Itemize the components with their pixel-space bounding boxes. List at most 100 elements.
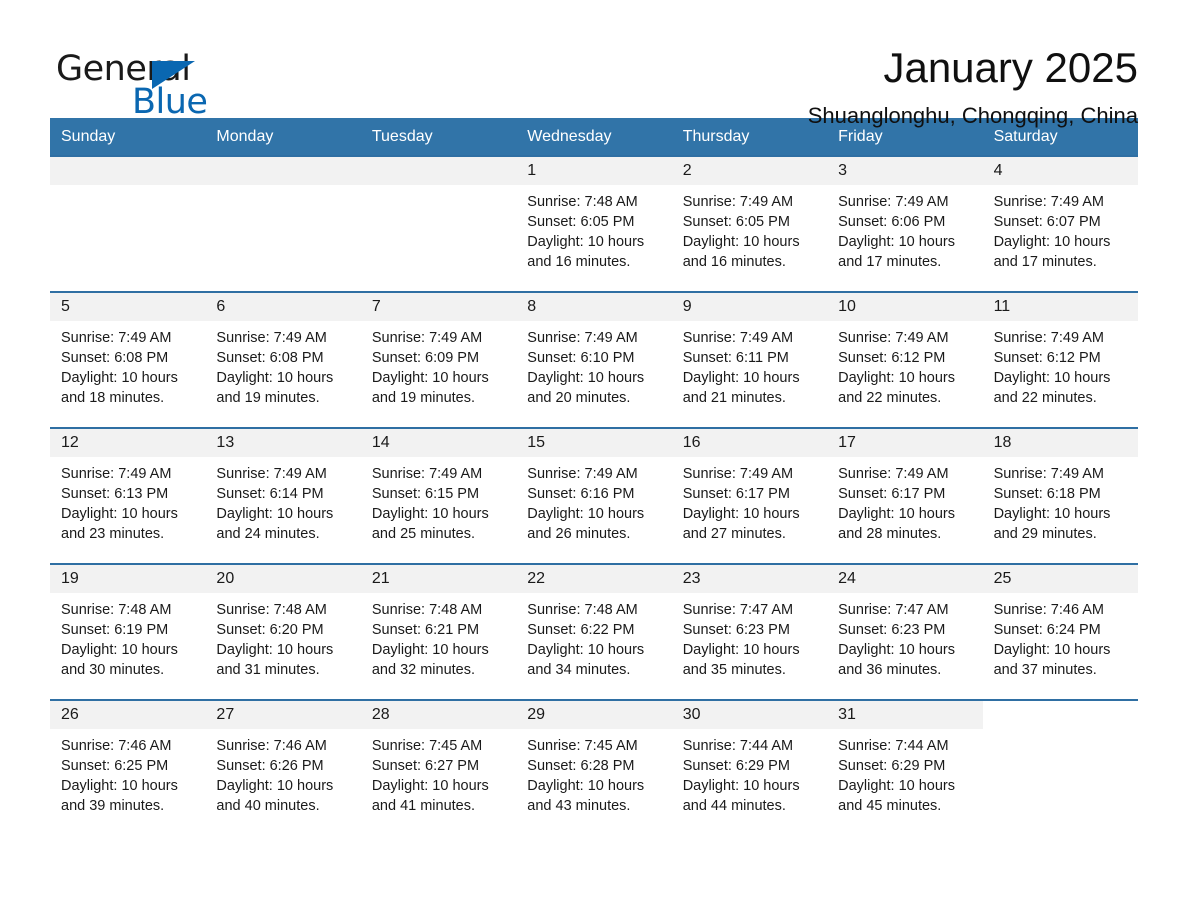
sunset-text: Sunset: 6:17 PM (838, 486, 946, 503)
sunrise-text: Sunrise: 7:49 AM (682, 194, 794, 211)
general-blue-logo[interactable]: General Blue (56, 44, 256, 122)
daylight-text: Daylight: 10 hours and 25 minutes. (371, 506, 489, 543)
calendar-day-cell[interactable]: 22 Sunrise: 7:48 AM Sunset: 6:22 PM Dayligh… (516, 565, 672, 697)
sunrise-text: Sunrise: 7:49 AM (216, 330, 327, 347)
calendar-day-cell[interactable]: 21 Sunrise: 7:48 AM Sunset: 6:21 PM Dayligh… (360, 565, 517, 697)
daylight-text: Daylight: 10 hours and 16 minutes. (682, 234, 800, 271)
daylight-text: Daylight: 10 hours and 22 minutes. (838, 370, 956, 407)
calendar-day-cell[interactable]: 2 Sunrise: 7:49 AM Sunset: 6:05 PM Daylight… (671, 157, 828, 289)
calendar-day-cell[interactable]: 23 Sunrise: 7:47 AM Sunset: 6:23 PM Dayligh… (671, 565, 828, 697)
daylight-text: Daylight: 10 hours and 37 minutes. (993, 642, 1111, 679)
sunrise-text: Sunrise: 7:49 AM (838, 330, 949, 347)
daylight-text: Daylight: 10 hours and 35 minutes. (682, 642, 800, 679)
weekday-header-thursday: Thursday (682, 128, 750, 145)
sunrise-text: Sunrise: 7:49 AM (527, 330, 638, 347)
calendar-day-cell[interactable]: 4 Sunrise: 7:49 AM Sunset: 6:07 PM Daylight… (982, 157, 1138, 289)
calendar-day-cell[interactable]: 17 Sunrise: 7:49 AM Sunset: 6:17 PM Dayligh… (827, 429, 983, 561)
sunset-text: Sunset: 6:15 PM (371, 486, 480, 503)
sunset-text: Sunset: 6:24 PM (993, 622, 1101, 639)
calendar-day-cell[interactable]: 9 Sunrise: 7:49 AM Sunset: 6:11 PM Daylight… (671, 293, 828, 425)
calendar-day-cell[interactable]: 24 Sunrise: 7:47 AM Sunset: 6:23 PM Dayligh… (827, 565, 983, 697)
sunset-text: Sunset: 6:05 PM (682, 214, 790, 231)
calendar-day-cell[interactable]: 7 Sunrise: 7:49 AM Sunset: 6:09 PM Daylight… (360, 293, 517, 425)
calendar-day-cell[interactable]: 11 Sunrise: 7:49 AM Sunset: 6:12 PM Dayligh… (982, 293, 1138, 425)
sunrise-text: Sunrise: 7:49 AM (993, 466, 1104, 483)
daylight-text: Daylight: 10 hours and 45 minutes. (838, 778, 956, 815)
calendar-day-cell[interactable]: 28 Sunrise: 7:45 AM Sunset: 6:27 PM Dayligh… (360, 701, 517, 833)
sunrise-text: Sunrise: 7:48 AM (61, 602, 172, 619)
day-number: 11 (982, 293, 1138, 322)
day-details: Sunrise: 7:49 AM Sunset: 6:11 PM Daylight:… (672, 321, 827, 408)
sunrise-text: Sunrise: 7:48 AM (216, 602, 327, 619)
day-details: Sunrise: 7:46 AM Sunset: 6:24 PM Daylight:… (983, 593, 1138, 680)
calendar-day-cell[interactable]: 18 Sunrise: 7:49 AM Sunset: 6:18 PM Dayligh… (982, 429, 1138, 561)
day-number (50, 157, 206, 186)
sunrise-text: Sunrise: 7:49 AM (993, 330, 1104, 347)
calendar-day-cell[interactable]: 14 Sunrise: 7:49 AM Sunset: 6:15 PM Dayligh… (360, 429, 517, 561)
calendar-day-cell[interactable]: 13 Sunrise: 7:49 AM Sunset: 6:14 PM Dayligh… (205, 429, 361, 561)
calendar-day-cell[interactable]: 5 Sunrise: 7:49 AM Sunset: 6:08 PM Daylight… (50, 293, 206, 425)
day-number: 19 (50, 565, 206, 594)
sunrise-text: Sunrise: 7:49 AM (682, 466, 794, 483)
day-details: Sunrise: 7:48 AM Sunset: 6:05 PM Daylight:… (516, 185, 671, 272)
daylight-text: Daylight: 10 hours and 31 minutes. (216, 642, 334, 679)
calendar-day-cell[interactable]: 27 Sunrise: 7:46 AM Sunset: 6:26 PM Dayligh… (205, 701, 361, 833)
day-details: Sunrise: 7:44 AM Sunset: 6:29 PM Daylight:… (672, 729, 827, 816)
day-details: Sunrise: 7:48 AM Sunset: 6:21 PM Daylight:… (361, 593, 516, 680)
logo-text-blue: Blue (132, 82, 208, 122)
sunrise-text: Sunrise: 7:49 AM (61, 330, 172, 347)
calendar-day-cell[interactable]: 1 Sunrise: 7:48 AM Sunset: 6:05 PM Daylight… (516, 157, 672, 289)
sunset-text: Sunset: 6:28 PM (527, 758, 635, 775)
sunset-text: Sunset: 6:16 PM (527, 486, 635, 503)
day-number: 26 (50, 701, 206, 730)
calendar-page: General Blue January 2025 Shuanglonghu, … (0, 0, 1188, 918)
calendar-day-cell[interactable]: 8 Sunrise: 7:49 AM Sunset: 6:10 PM Daylight… (516, 293, 672, 425)
day-number: 9 (671, 293, 828, 322)
sunset-text: Sunset: 6:12 PM (838, 350, 946, 367)
calendar-day-cell[interactable]: 26 Sunrise: 7:46 AM Sunset: 6:25 PM Dayligh… (50, 701, 206, 833)
day-number: 16 (671, 429, 828, 458)
day-number: 8 (516, 293, 672, 322)
calendar-day-cell[interactable]: 19 Sunrise: 7:48 AM Sunset: 6:19 PM Dayligh… (50, 565, 206, 697)
calendar-day-cell[interactable]: 20 Sunrise: 7:48 AM Sunset: 6:20 PM Dayligh… (205, 565, 361, 697)
day-number: 28 (360, 701, 517, 730)
calendar-day-cell[interactable]: 3 Sunrise: 7:49 AM Sunset: 6:06 PM Daylight… (827, 157, 983, 289)
calendar-day-cell[interactable]: 10 Sunrise: 7:49 AM Sunset: 6:12 PM Dayligh… (827, 293, 983, 425)
day-details: Sunrise: 7:49 AM Sunset: 6:17 PM Daylight:… (672, 457, 827, 544)
daylight-text: Daylight: 10 hours and 23 minutes. (61, 506, 178, 543)
daylight-text: Daylight: 10 hours and 22 minutes. (993, 370, 1111, 407)
day-number: 1 (516, 157, 672, 186)
calendar-day-cell[interactable]: 6 Sunrise: 7:49 AM Sunset: 6:08 PM Daylight… (205, 293, 361, 425)
sunrise-text: Sunrise: 7:47 AM (838, 602, 949, 619)
daylight-text: Daylight: 10 hours and 17 minutes. (838, 234, 956, 271)
sunset-text: Sunset: 6:22 PM (527, 622, 635, 639)
day-number: 20 (205, 565, 361, 594)
day-details: Sunrise: 7:49 AM Sunset: 6:16 PM Daylight:… (516, 457, 671, 544)
daylight-text: Daylight: 10 hours and 18 minutes. (61, 370, 178, 407)
sunrise-text: Sunrise: 7:49 AM (216, 466, 327, 483)
calendar-day-cell[interactable]: 30 Sunrise: 7:44 AM Sunset: 6:29 PM Dayligh… (671, 701, 828, 833)
calendar-day-cell[interactable]: 31 Sunrise: 7:44 AM Sunset: 6:29 PM Dayligh… (827, 701, 983, 833)
calendar-day-cell[interactable]: 29 Sunrise: 7:45 AM Sunset: 6:28 PM Dayligh… (516, 701, 672, 833)
daylight-text: Daylight: 10 hours and 34 minutes. (527, 642, 645, 679)
daylight-text: Daylight: 10 hours and 24 minutes. (216, 506, 334, 543)
day-number: 27 (205, 701, 361, 730)
day-details: Sunrise: 7:45 AM Sunset: 6:27 PM Daylight:… (361, 729, 516, 816)
daylight-text: Daylight: 10 hours and 28 minutes. (838, 506, 956, 543)
sunrise-text: Sunrise: 7:47 AM (682, 602, 794, 619)
sunset-text: Sunset: 6:18 PM (993, 486, 1101, 503)
day-details: Sunrise: 7:49 AM Sunset: 6:18 PM Daylight:… (983, 457, 1138, 544)
sunset-text: Sunset: 6:29 PM (682, 758, 790, 775)
calendar-day-cell[interactable]: 15 Sunrise: 7:49 AM Sunset: 6:16 PM Dayligh… (516, 429, 672, 561)
sunrise-text: Sunrise: 7:49 AM (682, 330, 794, 347)
calendar-day-cell[interactable]: 16 Sunrise: 7:49 AM Sunset: 6:17 PM Dayligh… (671, 429, 828, 561)
daylight-text: Daylight: 10 hours and 19 minutes. (216, 370, 334, 407)
calendar-day-cell[interactable]: 12 Sunrise: 7:49 AM Sunset: 6:13 PM Dayligh… (50, 429, 206, 561)
day-details: Sunrise: 7:48 AM Sunset: 6:20 PM Daylight:… (205, 593, 360, 680)
day-details: Sunrise: 7:49 AM Sunset: 6:13 PM Daylight:… (50, 457, 205, 544)
calendar-day-cell[interactable]: 25 Sunrise: 7:46 AM Sunset: 6:24 PM Dayligh… (982, 565, 1138, 697)
daylight-text: Daylight: 10 hours and 29 minutes. (993, 506, 1111, 543)
daylight-text: Daylight: 10 hours and 20 minutes. (527, 370, 645, 407)
daylight-text: Daylight: 10 hours and 17 minutes. (993, 234, 1111, 271)
daylight-text: Daylight: 10 hours and 27 minutes. (682, 506, 800, 543)
